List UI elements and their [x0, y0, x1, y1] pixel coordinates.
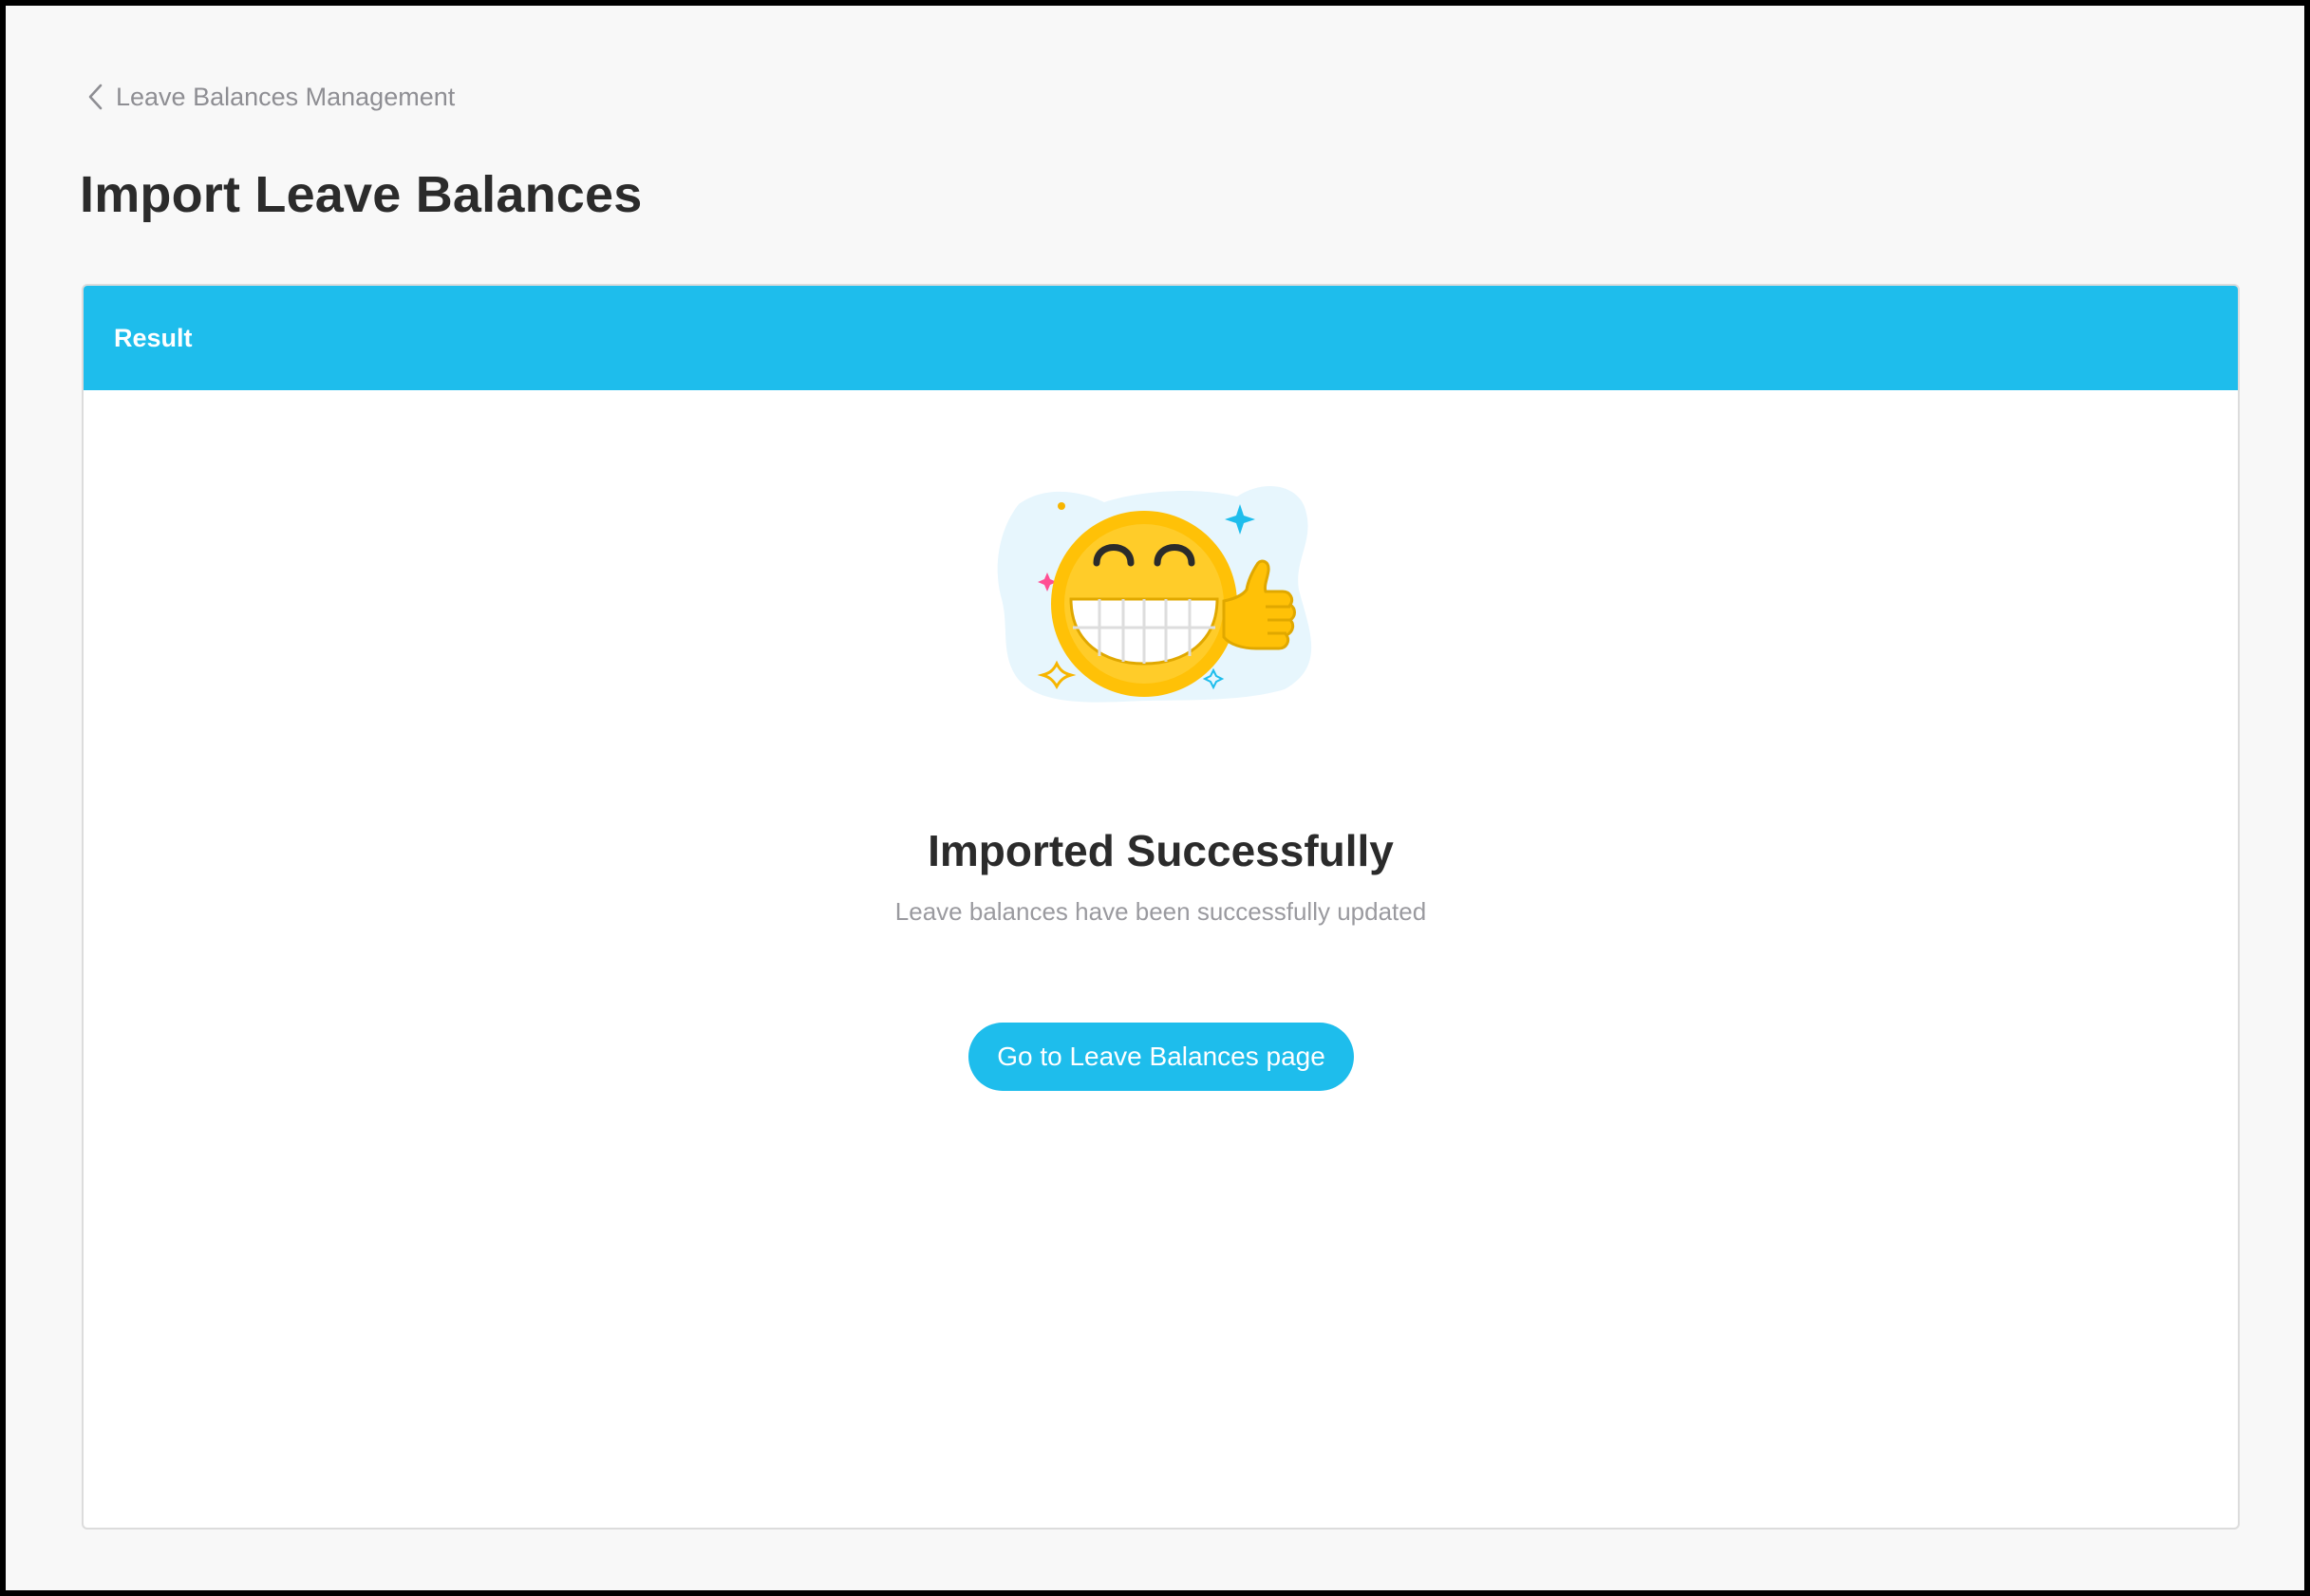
- breadcrumb-label: Leave Balances Management: [116, 82, 456, 111]
- result-heading: Imported Successfully: [928, 826, 1394, 875]
- breadcrumb-back-link[interactable]: Leave Balances Management: [82, 78, 455, 116]
- page-title: Import Leave Balances: [80, 166, 643, 223]
- result-card: Result Imported Successfully Leave balan…: [82, 284, 2240, 1530]
- go-to-leave-balances-button[interactable]: Go to Leave Balances page: [968, 1023, 1354, 1091]
- chevron-left-icon: [82, 78, 110, 116]
- success-emoji-illustration: [981, 476, 1361, 704]
- app-window: Leave Balances Management Import Leave B…: [6, 6, 2304, 1590]
- result-card-header: Result: [84, 286, 2238, 390]
- result-card-title: Result: [114, 323, 193, 352]
- sparkle-dot: [1058, 502, 1065, 510]
- result-message: Leave balances have been successfully up…: [894, 897, 1427, 926]
